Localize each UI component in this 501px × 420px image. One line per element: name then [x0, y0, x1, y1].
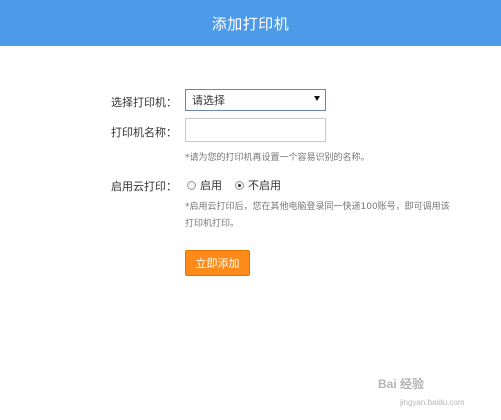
cloud-print-radio-group: 启用 不启用 — [187, 177, 294, 193]
printer-select-label: 选择打印机： — [111, 96, 177, 109]
watermark-url: jingyan.baidu.com — [400, 398, 465, 407]
printer-name-label: 打印机名称： — [111, 126, 177, 139]
cloud-print-disable-option[interactable]: 不启用 — [235, 177, 281, 193]
cloud-print-hint: *启用云打印后，您在其他电脑登录同一快递100账号，即可调用该打印机打印。 — [185, 202, 450, 229]
radio-disable[interactable] — [235, 180, 244, 190]
printer-select[interactable]: 请选择 — [185, 89, 326, 111]
cloud-print-label: 启用云打印： — [111, 180, 177, 193]
add-now-button[interactable]: 立即添加 — [185, 250, 250, 276]
radio-disable-label: 不启用 — [248, 179, 281, 192]
printer-name-input[interactable] — [185, 118, 326, 142]
cloud-print-enable-option[interactable]: 启用 — [187, 177, 222, 193]
watermark-text: Bai 经验 — [378, 377, 425, 391]
printer-name-hint: *请为您的打印机再设置一个容易识别的名称。 — [185, 153, 370, 163]
radio-enable-label: 启用 — [200, 179, 222, 192]
radio-enable[interactable] — [187, 180, 196, 190]
printer-select-value: 请选择 — [192, 94, 225, 107]
dialog-title: 添加打印机 — [211, 14, 290, 33]
dropdown-arrow-icon — [314, 96, 320, 101]
dialog-header: 添加打印机 — [0, 0, 501, 46]
